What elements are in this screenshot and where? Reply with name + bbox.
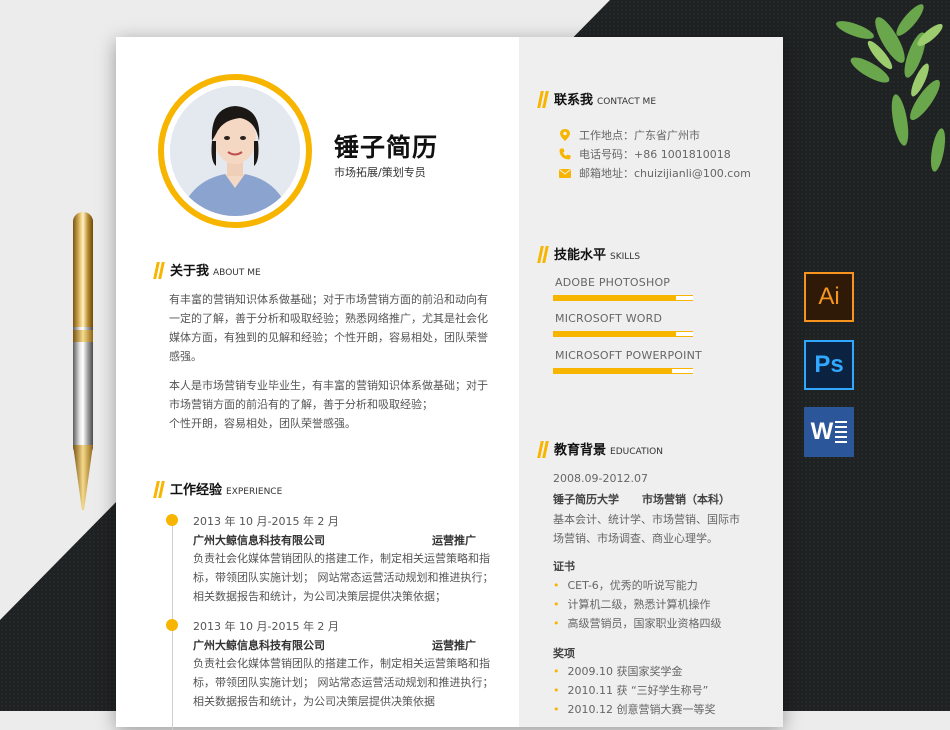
experience-company: 广州大鲸信息科技有限公司 (193, 534, 325, 547)
photoshop-icon: Ps (804, 340, 854, 390)
award-item: • 2010.12 创意营销大赛一等奖 (553, 703, 716, 716)
experience-description: 负责社会化媒体营销团队的搭建工作，制定相关运营策略和指 标，带领团队实施计划； … (193, 552, 494, 603)
experience-description: 负责社会化媒体营销团队的搭建工作，制定相关运营策略和指 标，带领团队实施计划； … (193, 657, 494, 708)
experience-date: 2013 年 10 月-2015 年 2 月 (193, 620, 339, 633)
heading-accent-icon (538, 441, 549, 458)
skills-heading: 技能水平 SKILLS (538, 244, 640, 263)
skill-name: ADOBE PHOTOSHOP (555, 276, 671, 289)
experience-title: 运营推广 (432, 639, 476, 652)
education-major: 市场营销（本科） (642, 493, 730, 506)
skill-name: MICROSOFT POWERPOINT (555, 349, 702, 362)
word-icon: W (804, 407, 854, 457)
timeline-dot (166, 619, 178, 631)
education-courses: 基本会计、统计学、市场营销、国际市 场营销、市场调查、商业心理学。 (553, 513, 740, 545)
cert-item: • 计算机二级，熟悉计算机操作 (553, 598, 711, 611)
plant-decoration (836, 4, 946, 172)
heading-accent-icon (538, 91, 549, 108)
about-paragraph-1: 有丰富的营销知识体系做基础；对于市场营销方面的前沿和动向有 一定的了解，善于分析… (169, 293, 488, 363)
heading-accent-icon (154, 262, 165, 279)
profile-photo-frame (158, 74, 312, 228)
skill-bar (553, 331, 693, 337)
resume-name: 锤子简历 (334, 133, 439, 162)
award-item: • 2010.11 获 “三好学生称号” (553, 684, 709, 697)
resume-role: 市场拓展/策划专员 (334, 166, 426, 179)
contact-phone: 电话号码：+86 1001810018 (559, 146, 731, 162)
experience-heading: 工作经验 EXPERIENCE (154, 479, 282, 498)
heading-accent-icon (154, 481, 165, 498)
experience-title: 运营推广 (432, 534, 476, 547)
resume-paper: 锤子简历 市场拓展/策划专员 关于我 ABOUT ME 有丰富的营销知识体系做基… (116, 37, 783, 730)
phone-icon (559, 148, 571, 160)
education-period: 2008.09-2012.07 (553, 472, 648, 485)
mail-icon (559, 169, 571, 178)
award-heading: 奖项 (553, 647, 575, 660)
cert-item: • 高级营销员，国家职业资格四级 (553, 617, 722, 630)
about-paragraph-2: 本人是市场营销专业毕业生，有丰富的营销知识体系做基础；对于 市场营销方面的前沿有… (169, 379, 488, 430)
contact-email: 邮箱地址：chuizijianli@100.com (559, 165, 751, 181)
about-heading: 关于我 ABOUT ME (154, 260, 261, 279)
experience-date: 2013 年 10 月-2015 年 2 月 (193, 515, 339, 528)
experience-company: 广州大鲸信息科技有限公司 (193, 639, 325, 652)
heading-accent-icon (538, 246, 549, 263)
skill-name: MICROSOFT WORD (555, 312, 663, 325)
skill-bar (553, 295, 693, 301)
skill-bar (553, 368, 693, 374)
illustrator-icon: Ai (804, 272, 854, 322)
contact-location: 工作地点：广东省广州市 (559, 127, 700, 143)
education-heading: 教育背景 EDUCATION (538, 439, 663, 458)
timeline-dot (166, 514, 178, 526)
location-pin-icon (560, 129, 570, 141)
education-school: 锤子简历大学 (553, 493, 619, 506)
profile-photo (170, 86, 300, 216)
contact-heading: 联系我 CONTACT ME (538, 89, 656, 108)
cert-heading: 证书 (553, 560, 575, 573)
cert-item: • CET-6，优秀的听说写能力 (553, 579, 698, 592)
award-item: • 2009.10 获国家奖学金 (553, 665, 683, 678)
